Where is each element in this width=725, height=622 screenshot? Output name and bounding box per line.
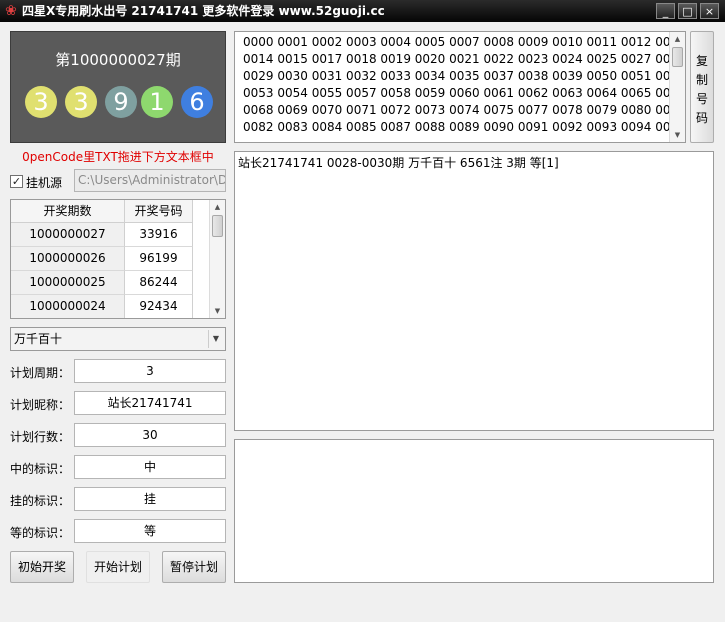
maximize-button[interactable]: □	[678, 3, 697, 19]
position-select[interactable]: 万千百十 ▼	[10, 327, 226, 351]
rows-label: 计划行数：	[10, 430, 71, 444]
pause-plan-button[interactable]: 暂停计划	[162, 551, 226, 583]
copy-button-char: 码	[695, 111, 708, 125]
table-cell-number[interactable]: 33916	[125, 223, 193, 247]
wait-mark-label: 等的标识：	[10, 526, 71, 540]
title-bar: ❀ 四星X专用刷水出号 21741741 更多软件登录 www.52guoji.…	[0, 0, 725, 22]
dragon-icon: ❀	[5, 3, 17, 19]
scroll-down-icon[interactable]: ▼	[670, 128, 685, 142]
hit-mark-field[interactable]: 中	[74, 455, 226, 479]
table-scrollbar[interactable]: ▲ ▼	[209, 200, 225, 318]
copy-button-char: 复	[695, 54, 708, 68]
table-cell-period[interactable]: 1000000027	[11, 223, 125, 247]
close-button[interactable]: ×	[700, 3, 719, 19]
init-draw-button[interactable]: 初始开奖	[10, 551, 74, 583]
titlebar-decoration	[560, 0, 660, 22]
window-title: 四星X专用刷水出号 21741741 更多软件登录 www.52guoji.cc	[22, 4, 385, 18]
table-cell-period[interactable]: 1000000025	[11, 271, 125, 295]
cycle-label: 计划周期：	[10, 366, 71, 380]
position-select-value: 万千百十	[14, 332, 63, 346]
wait-mark-field[interactable]: 等	[74, 519, 226, 543]
column-header-period[interactable]: 开奖期数	[11, 200, 125, 223]
result-ball: 3	[65, 86, 97, 118]
scroll-down-icon[interactable]: ▼	[210, 304, 225, 318]
plan-result-text: 站长21741741 0028-0030期 万千百十 6561注 3期 等[1]	[238, 156, 559, 170]
copy-button-char: 制	[695, 73, 708, 87]
code-line: 0000 0001 0002 0003 0004 0005 0007 0008 …	[243, 35, 686, 49]
start-plan-button[interactable]: 开始计划	[86, 551, 150, 583]
copy-button-char: 号	[695, 92, 708, 106]
rows-field[interactable]: 30	[74, 423, 226, 447]
scroll-thumb[interactable]	[672, 47, 683, 67]
minimize-button[interactable]: _	[656, 3, 675, 19]
result-ball: 6	[181, 86, 213, 118]
result-ball: 9	[105, 86, 137, 118]
code-line: 0053 0054 0055 0057 0058 0059 0060 0061 …	[243, 86, 686, 100]
miss-mark-field[interactable]: 挂	[74, 487, 226, 511]
table-cell-number[interactable]: 96199	[125, 247, 193, 271]
table-cell-number[interactable]: 86244	[125, 271, 193, 295]
nickname-field[interactable]: 站长21741741	[74, 391, 226, 415]
scroll-up-icon[interactable]: ▲	[670, 32, 685, 46]
table-cell-period[interactable]: 1000000026	[11, 247, 125, 271]
codes-scrollbar[interactable]: ▲ ▼	[669, 32, 685, 142]
table-cell-number[interactable]: 92434	[125, 295, 193, 318]
result-ball: 1	[141, 86, 173, 118]
draw-table: 开奖期数 开奖号码 1000000027 33916 1000000026 96199…	[10, 199, 226, 319]
copy-codes-button[interactable]: 复 制 号 码	[690, 31, 714, 143]
miss-mark-label: 挂的标识：	[10, 494, 71, 508]
table-cell-period[interactable]: 1000000024	[11, 295, 125, 318]
hit-mark-label: 中的标识：	[10, 462, 71, 476]
lottery-display: 第1000000027期 33916	[10, 31, 226, 143]
period-label: 第1000000027期	[55, 51, 181, 69]
cycle-field[interactable]: 3	[74, 359, 226, 383]
source-path-field[interactable]: C:\Users\Administrator\De	[74, 169, 226, 192]
source-checkbox-label[interactable]: 挂机源	[26, 174, 62, 191]
scroll-up-icon[interactable]: ▲	[210, 200, 225, 214]
code-line: 0029 0030 0031 0032 0033 0034 0035 0037 …	[243, 69, 686, 83]
drag-hint: 0penCode里TXT拖进下方文本框中	[22, 150, 214, 164]
result-ball: 3	[25, 86, 57, 118]
nickname-label: 计划昵称：	[10, 398, 71, 412]
code-line: 0068 0069 0070 0071 0072 0073 0074 0075 …	[243, 103, 686, 117]
scroll-thumb[interactable]	[212, 215, 223, 237]
code-line: 0082 0083 0084 0085 0087 0088 0089 0090 …	[243, 120, 686, 134]
code-line: 0014 0015 0017 0018 0019 0020 0021 0022 …	[243, 52, 686, 66]
codes-textarea[interactable]: 0000 0001 0002 0003 0004 0005 0007 0008 …	[234, 31, 686, 143]
plan-result-textarea[interactable]: 站长21741741 0028-0030期 万千百十 6561注 3期 等[1]	[234, 151, 714, 431]
source-checkbox[interactable]: ✓	[10, 175, 23, 188]
chevron-down-icon[interactable]: ▼	[208, 330, 223, 348]
column-header-number[interactable]: 开奖号码	[125, 200, 193, 223]
log-textarea[interactable]	[234, 439, 714, 583]
